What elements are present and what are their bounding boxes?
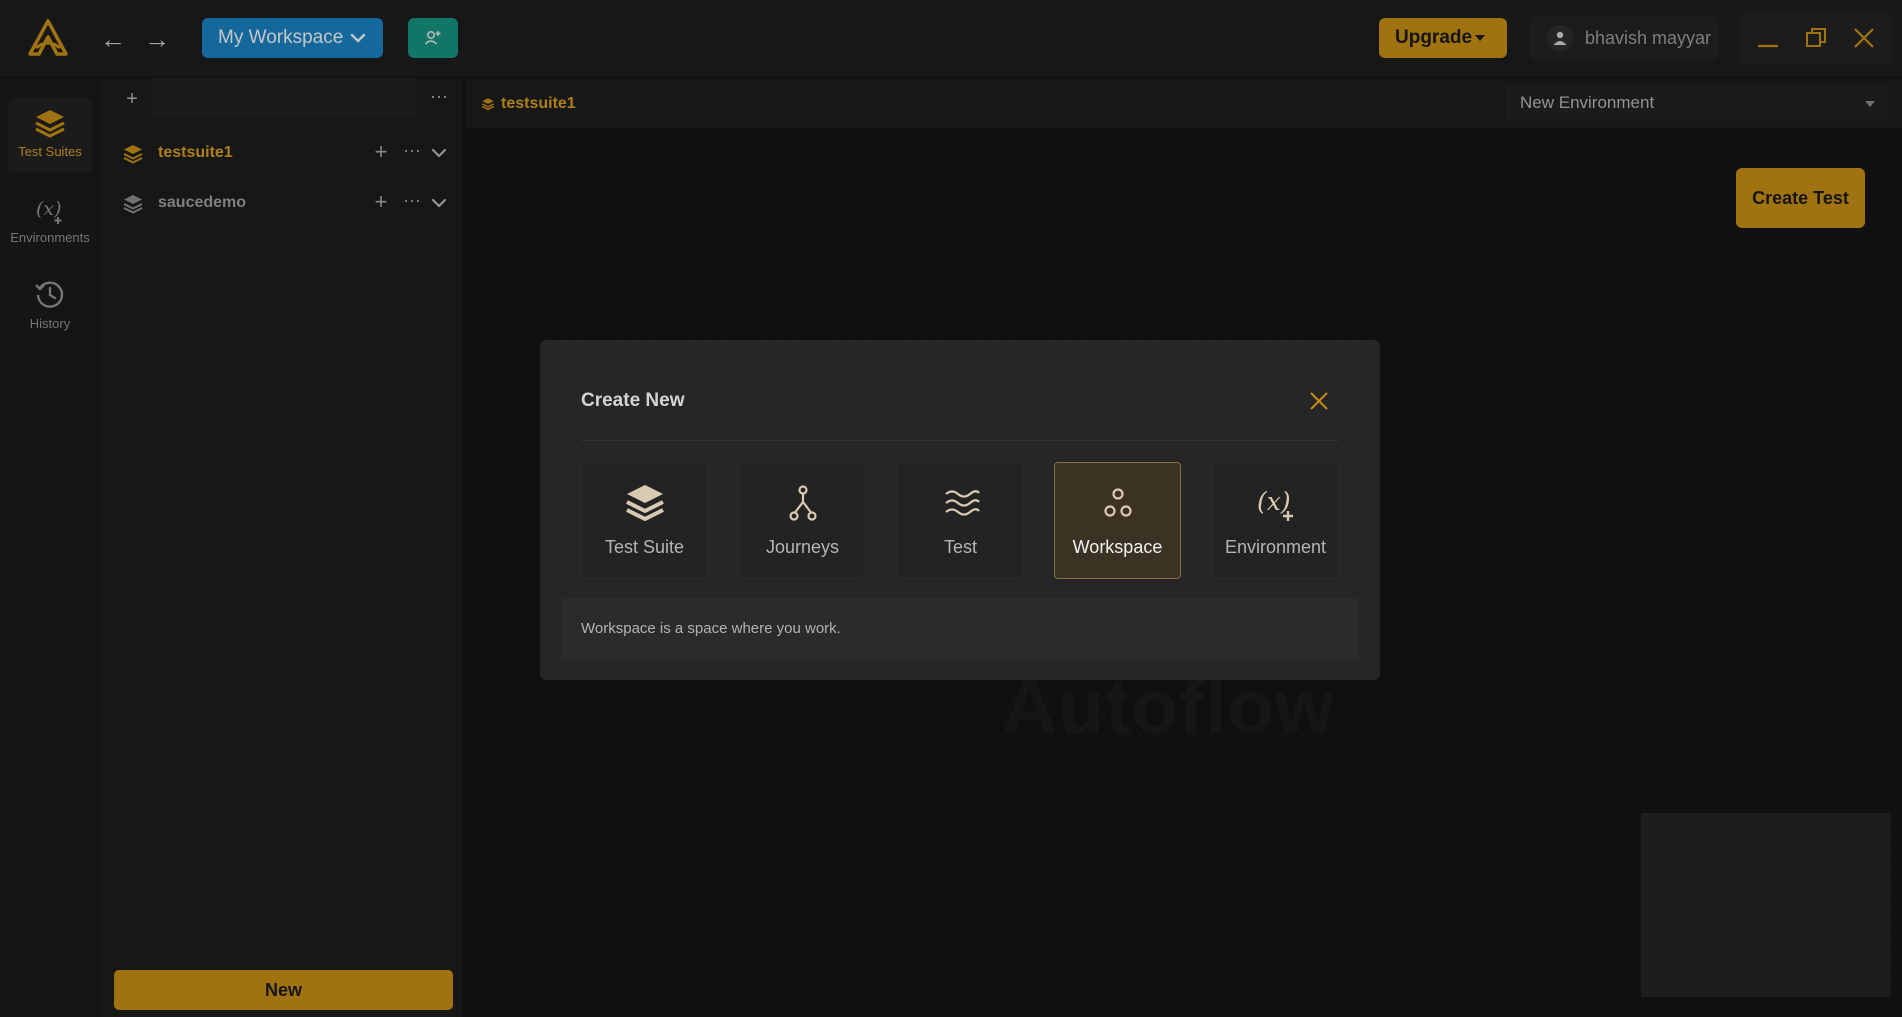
journey-branch-icon: [788, 485, 817, 521]
modal-title: Create New: [581, 390, 685, 411]
option-label: Journeys: [765, 537, 840, 557]
option-label: Test Suite: [604, 537, 685, 557]
option-environment[interactable]: (x) Environment: [1212, 462, 1339, 579]
workspace-circles-icon: [1103, 488, 1132, 517]
option-workspace[interactable]: Workspace: [1054, 462, 1181, 579]
option-journeys[interactable]: Journeys: [739, 462, 866, 579]
option-test[interactable]: Test: [897, 462, 1024, 579]
variable-icon: (x): [1257, 487, 1293, 521]
svg-text:(x): (x): [1257, 487, 1291, 516]
option-label: Test: [943, 537, 977, 557]
create-new-modal: Create New Test Suite Journeys Test Work…: [540, 340, 1380, 680]
option-description: Workspace is a space where you work.: [561, 598, 1359, 660]
option-label: Environment: [1224, 537, 1327, 557]
waves-icon: [944, 490, 980, 516]
option-label: Workspace: [1072, 537, 1163, 557]
option-test-suite[interactable]: Test Suite: [581, 462, 708, 579]
close-icon[interactable]: [1306, 388, 1332, 414]
option-description-text: Workspace is a space where you work.: [581, 620, 841, 637]
modal-divider: [581, 440, 1339, 441]
layers-icon: [625, 485, 664, 521]
